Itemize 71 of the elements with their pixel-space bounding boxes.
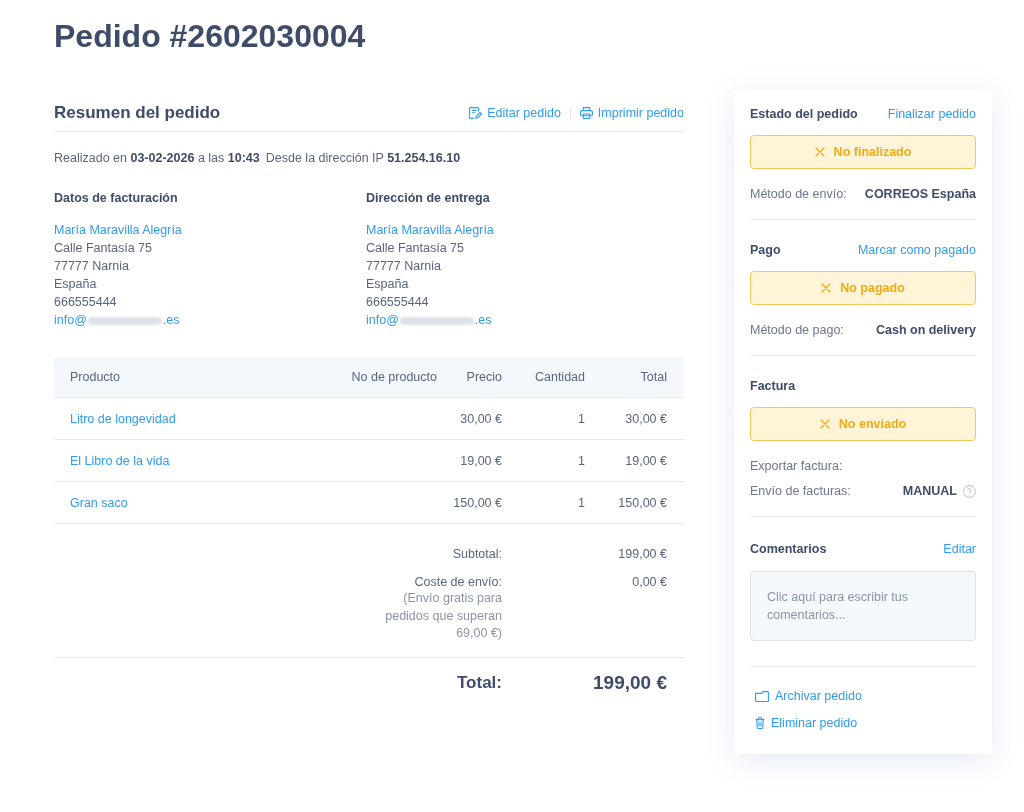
section-action-link[interactable]: Finalizar pedido: [887, 105, 976, 123]
printer-icon: [579, 107, 593, 119]
address-line: Calle Fantasía 75: [54, 240, 152, 257]
order-date-text: Realizado en 03-02-2026 a las 10:43: [54, 150, 260, 167]
status-text: No pagado: [840, 281, 905, 295]
status-text: No enviado: [838, 417, 907, 431]
section-action-link[interactable]: Marcar como pagado: [857, 241, 976, 259]
field-value: MANUAL: [902, 483, 957, 500]
address-line: España: [366, 276, 409, 293]
edit-order-link[interactable]: Editar pedido: [469, 106, 561, 120]
cross-icon: [819, 419, 830, 429]
section-title: Comentarios: [750, 541, 827, 558]
folder-icon: [755, 690, 769, 702]
ip-address-text: Desde la dirección IP 51.254.16.10: [265, 150, 461, 167]
address-line: 77777 Narnia: [54, 258, 130, 275]
section-action-link[interactable]: Editar: [943, 540, 976, 558]
table-cell: 150,00 €: [618, 495, 667, 510]
product-link[interactable]: El Libro de la vida: [70, 453, 170, 468]
table-cell: 30,00 €: [460, 411, 502, 426]
product-link[interactable]: Litro de longevidad: [70, 411, 176, 426]
archive-order-link[interactable]: Archivar pedido: [755, 687, 862, 705]
field-value: CORREOS España: [864, 186, 976, 203]
total-value: 199,00 €: [593, 671, 667, 694]
table-cell: 1: [578, 453, 585, 468]
address-heading: Dirección de entrega: [366, 190, 490, 207]
column-header: Producto: [70, 370, 121, 384]
cross-icon: [821, 283, 832, 293]
product-link[interactable]: Gran saco: [70, 495, 128, 510]
status-text: No finalizado: [833, 145, 912, 159]
email-link[interactable]: info@ .es: [366, 311, 492, 329]
address-line: España: [54, 276, 97, 293]
column-header: Total: [640, 370, 667, 384]
customer-name-link[interactable]: María Maravilla Alegría: [366, 221, 494, 239]
totals-value: 199,00 €: [618, 546, 667, 563]
address-line: 77777 Narnia: [366, 258, 442, 275]
page-title: Pedido #2602030004: [54, 18, 366, 54]
totals-label: Subtotal:: [452, 546, 502, 563]
cross-icon: [814, 147, 825, 157]
email-link[interactable]: info@ .es: [54, 311, 180, 329]
address-heading: Datos de facturación: [54, 190, 178, 207]
column-header: No de producto: [351, 370, 437, 384]
trash-icon: [755, 717, 765, 729]
table-cell: 19,00 €: [460, 453, 502, 468]
table-cell: 150,00 €: [453, 495, 502, 510]
table-cell: 30,00 €: [625, 411, 667, 426]
section-title: Factura: [750, 378, 796, 395]
field-value: Cash on delivery: [875, 322, 976, 339]
totals-label: Coste de envío:: [414, 574, 502, 591]
comment-field[interactable]: Clic aquí para escribir tus comentarios...: [750, 571, 976, 641]
table-cell: 19,00 €: [625, 453, 667, 468]
address-line: 666555444: [366, 294, 429, 311]
field-label: Método de pago:: [750, 322, 844, 339]
delete-order-link[interactable]: Eliminar pedido: [755, 714, 858, 732]
edit-icon: [469, 107, 483, 119]
field-label: Envío de facturas:: [750, 483, 851, 500]
field-label: Método de envío:: [750, 186, 847, 203]
section-title: Resumen del pedido: [54, 103, 221, 123]
field-label: Exportar factura:: [750, 458, 843, 475]
column-header: Cantidad: [534, 370, 585, 384]
shipping-note: (Envío gratis para pedidos que superan 69,00 €): [384, 590, 502, 642]
address-line: 666555444: [54, 294, 117, 311]
section-title: Estado del pedido: [750, 106, 858, 123]
address-line: Calle Fantasía 75: [366, 240, 464, 257]
table-cell: 1: [578, 411, 585, 426]
print-order-link[interactable]: Imprimir pedido: [579, 106, 684, 120]
customer-name-link[interactable]: María Maravilla Alegría: [54, 221, 182, 239]
table-cell: 1: [578, 495, 585, 510]
total-label: Total:: [457, 672, 502, 693]
column-header: Precio: [466, 370, 502, 384]
totals-value: 0,00 €: [632, 574, 667, 591]
section-title: Pago: [750, 242, 781, 259]
